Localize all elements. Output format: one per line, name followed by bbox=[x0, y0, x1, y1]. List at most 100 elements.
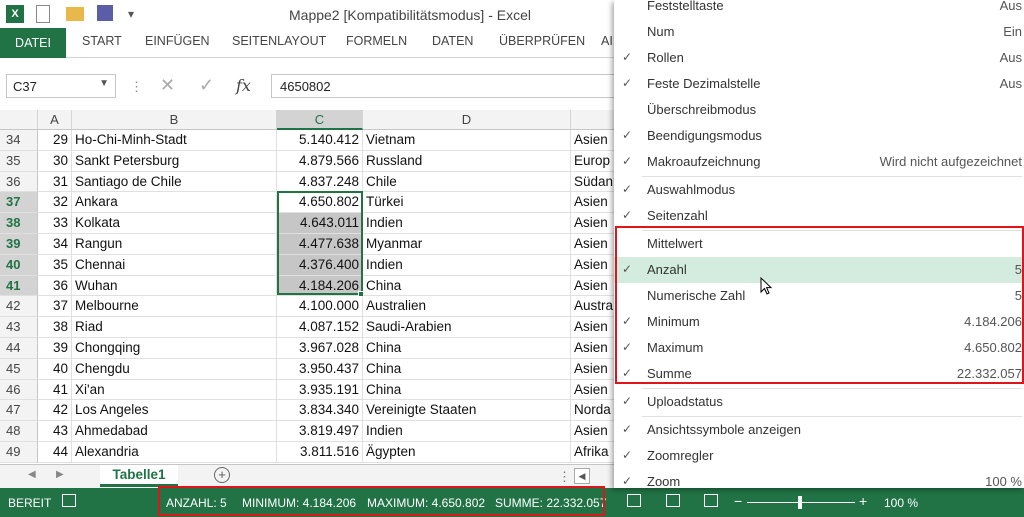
cell-a[interactable]: 44 bbox=[38, 442, 72, 463]
cell-b[interactable]: Santiago de Chile bbox=[72, 171, 277, 193]
cell-c[interactable]: 3.819.497 bbox=[277, 421, 363, 442]
row-header[interactable]: 36 bbox=[0, 171, 38, 193]
cell-b[interactable]: Alexandria bbox=[72, 442, 277, 463]
menu-item-ansichtssymbole-anzeigen[interactable]: ✓ Ansichtssymbole anzeigen bbox=[614, 417, 1024, 443]
menu-item-makroaufzeichnung[interactable]: ✓ Makroaufzeichnung Wird nicht aufgezeichn… bbox=[614, 149, 1024, 175]
column-header-a[interactable]: A bbox=[38, 110, 72, 130]
cell-d[interactable]: Türkei bbox=[363, 192, 571, 214]
menu-item-zoomregler[interactable]: ✓ Zoomregler bbox=[614, 443, 1024, 469]
menu-item-num[interactable]: Num Ein bbox=[614, 19, 1024, 45]
confirm-icon[interactable]: ✓ bbox=[199, 75, 214, 96]
cell-a[interactable]: 37 bbox=[38, 296, 72, 318]
tab-ueberpruefen[interactable]: ÜBERPRÜFEN bbox=[499, 34, 585, 48]
tab-daten[interactable]: DATEN bbox=[432, 34, 473, 48]
cell-c[interactable]: 3.834.340 bbox=[277, 400, 363, 422]
cell-d[interactable]: Saudi-Arabien bbox=[363, 317, 571, 338]
cell-b[interactable]: Los Angeles bbox=[72, 400, 277, 422]
row-header[interactable]: 44 bbox=[0, 338, 38, 359]
row-header[interactable]: 40 bbox=[0, 254, 38, 276]
row-header[interactable]: 47 bbox=[0, 400, 38, 422]
row-header[interactable]: 45 bbox=[0, 358, 38, 380]
row-header[interactable]: 43 bbox=[0, 317, 38, 338]
tab-start[interactable]: START bbox=[82, 34, 122, 48]
cell-a[interactable]: 33 bbox=[38, 213, 72, 234]
cell-d[interactable]: Indien bbox=[363, 213, 571, 234]
insert-function-icon[interactable]: fx bbox=[236, 76, 251, 95]
cell-c[interactable]: 4.837.248 bbox=[277, 171, 363, 193]
cell-b[interactable]: Chengdu bbox=[72, 358, 277, 380]
cell-b[interactable]: Riad bbox=[72, 317, 277, 338]
zoom-in-icon[interactable]: + bbox=[859, 493, 867, 509]
cell-a[interactable]: 35 bbox=[38, 254, 72, 276]
menu-item-zoom[interactable]: ✓ Zoom 100 % bbox=[614, 469, 1024, 495]
cell-b[interactable]: Wuhan bbox=[72, 275, 277, 297]
cell-d[interactable]: Ägypten bbox=[363, 442, 571, 463]
cell-d[interactable]: Indien bbox=[363, 421, 571, 442]
row-header[interactable]: 34 bbox=[0, 130, 38, 151]
row-header[interactable]: 49 bbox=[0, 442, 38, 463]
cell-a[interactable]: 43 bbox=[38, 421, 72, 442]
row-header[interactable]: 42 bbox=[0, 296, 38, 318]
zoom-level[interactable]: 100 % bbox=[884, 496, 918, 510]
cell-a[interactable]: 31 bbox=[38, 171, 72, 193]
cell-d[interactable]: Chile bbox=[363, 171, 571, 193]
column-header-d[interactable]: D bbox=[363, 110, 571, 130]
column-header-b[interactable]: B bbox=[72, 110, 277, 130]
row-header[interactable]: 48 bbox=[0, 421, 38, 442]
cell-b[interactable]: Kolkata bbox=[72, 213, 277, 234]
cell-c[interactable]: 3.967.028 bbox=[277, 338, 363, 359]
chevron-down-icon[interactable]: ▼ bbox=[99, 78, 109, 89]
cell-a[interactable]: 42 bbox=[38, 400, 72, 422]
cell-b[interactable]: Sankt Petersburg bbox=[72, 150, 277, 172]
cell-a[interactable]: 29 bbox=[38, 130, 72, 151]
scroll-right-icon[interactable]: ▶ bbox=[56, 469, 64, 480]
menu-item-überschreibmodus[interactable]: Überschreibmodus bbox=[614, 97, 1024, 123]
cell-c[interactable]: 4.184.206 bbox=[277, 275, 363, 297]
tab-seitenlayout[interactable]: SEITENLAYOUT bbox=[232, 34, 326, 48]
cell-d[interactable]: Russland bbox=[363, 150, 571, 172]
select-all-corner[interactable] bbox=[0, 110, 38, 130]
add-sheet-icon[interactable]: + bbox=[214, 467, 230, 483]
cell-b[interactable]: Ankara bbox=[72, 192, 277, 214]
row-header[interactable]: 38 bbox=[0, 213, 38, 234]
cell-a[interactable]: 32 bbox=[38, 192, 72, 214]
cell-c[interactable]: 4.087.152 bbox=[277, 317, 363, 338]
cell-b[interactable]: Ho-Chi-Minh-Stadt bbox=[72, 130, 277, 151]
cell-b[interactable]: Melbourne bbox=[72, 296, 277, 318]
cell-c[interactable]: 4.643.011 bbox=[277, 213, 363, 234]
cell-a[interactable]: 30 bbox=[38, 150, 72, 172]
cancel-icon[interactable]: ✕ bbox=[160, 75, 175, 96]
cell-c[interactable]: 4.100.000 bbox=[277, 296, 363, 318]
cell-d[interactable]: China bbox=[363, 358, 571, 380]
zoom-slider-thumb[interactable] bbox=[798, 496, 802, 509]
cell-a[interactable]: 38 bbox=[38, 317, 72, 338]
tab-ansicht[interactable]: AI bbox=[601, 34, 613, 48]
page-break-view-icon[interactable] bbox=[704, 494, 718, 507]
menu-item-rollen[interactable]: ✓ Rollen Aus bbox=[614, 45, 1024, 71]
row-header[interactable]: 39 bbox=[0, 234, 38, 255]
tab-datei[interactable]: DATEI bbox=[0, 28, 66, 58]
macro-record-icon[interactable] bbox=[62, 494, 76, 507]
cell-c[interactable]: 3.811.516 bbox=[277, 442, 363, 463]
hscroll-left-icon[interactable]: ◀ bbox=[574, 468, 590, 484]
name-box[interactable]: C37 ▼ bbox=[6, 74, 116, 98]
menu-item-beendigungsmodus[interactable]: ✓ Beendigungsmodus bbox=[614, 123, 1024, 149]
page-layout-view-icon[interactable] bbox=[666, 494, 680, 507]
cell-b[interactable]: Ahmedabad bbox=[72, 421, 277, 442]
scroll-left-icon[interactable]: ◀ bbox=[28, 469, 36, 480]
sheet-tab[interactable]: Tabelle1 bbox=[100, 465, 178, 487]
column-header-c[interactable]: C bbox=[277, 110, 363, 130]
menu-item-auswahlmodus[interactable]: ✓ Auswahlmodus bbox=[614, 177, 1024, 203]
cell-d[interactable]: Vereinigte Staaten bbox=[363, 400, 571, 422]
cell-c[interactable]: 3.950.437 bbox=[277, 358, 363, 380]
cell-d[interactable]: China bbox=[363, 275, 571, 297]
cell-b[interactable]: Chennai bbox=[72, 254, 277, 276]
cell-c[interactable]: 4.477.638 bbox=[277, 234, 363, 255]
normal-view-icon[interactable] bbox=[627, 494, 641, 507]
cell-a[interactable]: 41 bbox=[38, 379, 72, 401]
row-header[interactable]: 41 bbox=[0, 275, 38, 297]
cell-c[interactable]: 4.376.400 bbox=[277, 254, 363, 276]
cell-b[interactable]: Xi'an bbox=[72, 379, 277, 401]
cell-a[interactable]: 34 bbox=[38, 234, 72, 255]
tab-formeln[interactable]: FORMELN bbox=[346, 34, 407, 48]
